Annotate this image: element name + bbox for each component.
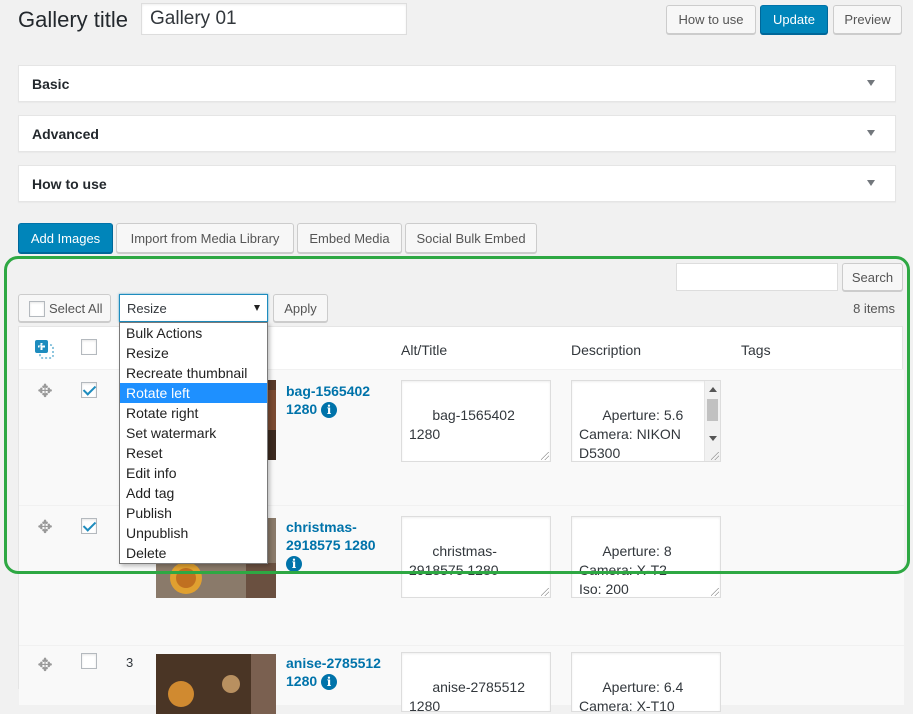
select-all-button[interactable]: Select All [18,294,111,322]
import-media-library-button[interactable]: Import from Media Library [116,223,294,253]
add-images-button[interactable]: Add Images [18,223,113,253]
drag-handle-icon[interactable]: ✥ [36,656,54,674]
bulk-option-bulk-actions[interactable]: Bulk Actions [120,323,267,343]
bulk-option-rotate-right[interactable]: Rotate right [120,403,267,423]
alt-title-textarea[interactable]: christmas-2918575 1280 [401,516,551,598]
column-alt-title: Alt/Title [401,342,448,358]
column-tags: Tags [741,342,771,358]
resize-grip-icon[interactable] [711,588,719,596]
row-checkbox[interactable] [81,518,97,534]
image-name-link[interactable]: bag-1565402 1280 i [286,382,386,419]
info-icon[interactable]: i [321,402,338,419]
preview-button[interactable]: Preview [833,5,902,34]
bulk-option-add-tag[interactable]: Add tag [120,483,267,503]
gallery-title-label: Gallery title [18,7,129,32]
resize-grip-icon[interactable] [541,588,549,596]
accordion-label: Advanced [32,126,99,142]
image-name-link[interactable]: christmas-2918575 1280 i [286,518,386,573]
caret-down-icon [867,180,875,186]
bulk-actions-select[interactable]: Resize [119,294,268,322]
drag-handle-icon[interactable]: ✥ [36,382,54,400]
bulk-option-delete[interactable]: Delete [120,543,267,563]
description-textarea[interactable]: Aperture: 8 Camera: X-T2 Iso: 200 [571,516,721,598]
embed-media-button[interactable]: Embed Media [297,223,402,253]
social-bulk-embed-button[interactable]: Social Bulk Embed [405,223,537,253]
drag-handle-icon[interactable]: ✥ [36,518,54,536]
accordion-label: Basic [32,76,70,92]
bulk-option-recreate-thumbnail[interactable]: Recreate thumbnail [120,363,267,383]
bulk-option-publish[interactable]: Publish [120,503,267,523]
bulk-actions-dropdown: Bulk Actions Resize Recreate thumbnail R… [119,322,268,564]
search-input[interactable] [676,263,838,291]
bulk-option-unpublish[interactable]: Unpublish [120,523,267,543]
update-button[interactable]: Update [760,5,828,34]
select-all-label: Select All [49,301,103,316]
bulk-actions-value: Resize [127,301,167,316]
info-icon[interactable]: i [321,674,338,691]
accordion-advanced[interactable]: Advanced [18,115,896,152]
bulk-option-edit-info[interactable]: Edit info [120,463,267,483]
row-checkbox[interactable] [81,653,97,669]
info-icon[interactable]: i [286,556,302,573]
bulk-option-resize[interactable]: Resize [120,343,267,363]
items-count: 8 items [853,301,895,316]
image-thumbnail[interactable] [156,654,276,714]
table-row: ✥ 3 anise-2785512 1280 i anise-2785512 1… [19,645,904,714]
row-number: 3 [126,655,134,670]
caret-down-icon [867,130,875,136]
resize-grip-icon[interactable] [711,452,719,460]
description-textarea[interactable]: Aperture: 5.6 Camera: NIKON D5300 Iso: 2… [571,380,721,462]
gallery-title-input[interactable] [141,3,407,35]
description-textarea[interactable]: Aperture: 6.4 Camera: X-T10 [571,652,721,712]
select-all-checkbox[interactable] [29,301,45,317]
image-name-link[interactable]: anise-2785512 1280 i [286,654,386,691]
chevron-down-icon [254,305,260,311]
bulk-option-rotate-left[interactable]: Rotate left [120,383,267,403]
caret-down-icon [867,80,875,86]
bulk-option-reset[interactable]: Reset [120,443,267,463]
row-checkbox[interactable] [81,382,97,398]
accordion-label: How to use [32,176,107,192]
textarea-scrollbar[interactable] [704,381,720,461]
header-checkbox[interactable] [81,339,97,355]
column-description: Description [571,342,642,358]
alt-title-textarea[interactable]: bag-1565402 1280 [401,380,551,462]
accordion-how-to-use[interactable]: How to use [18,165,896,202]
how-to-use-button[interactable]: How to use [666,5,756,34]
search-button[interactable]: Search [842,263,903,291]
bulk-option-set-watermark[interactable]: Set watermark [120,423,267,443]
accordion-basic[interactable]: Basic [18,65,896,102]
resize-grip-icon[interactable] [541,452,549,460]
apply-button[interactable]: Apply [273,294,328,322]
reorder-icon[interactable] [34,339,54,359]
alt-title-textarea[interactable]: anise-2785512 1280 [401,652,551,712]
